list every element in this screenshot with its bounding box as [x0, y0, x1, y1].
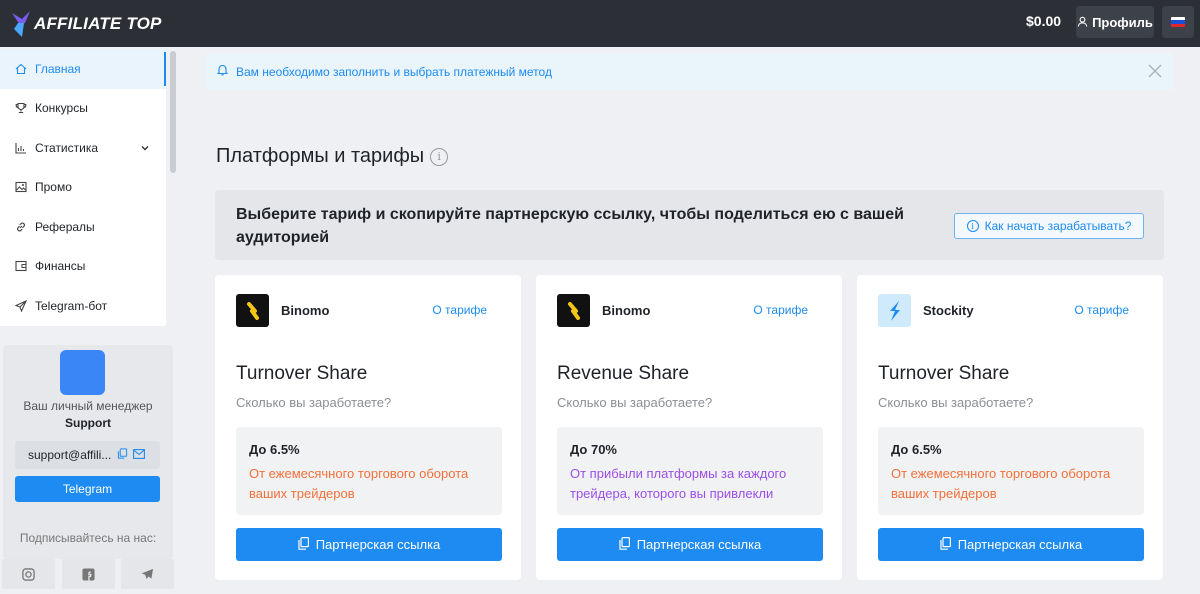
earnings-box: До 70% От прибыли платформы за каждого т… [557, 427, 823, 515]
sidebar-item-statistics[interactable]: Статистика [0, 128, 166, 168]
binomo-logo-icon [557, 294, 590, 327]
tariff-card: Binomo О тарифе Revenue Share Сколько вы… [536, 275, 842, 580]
sidebar-item-label: Статистика [35, 140, 99, 155]
russia-flag-icon [1171, 17, 1185, 27]
tariff-card: Stockity О тарифе Turnover Share Сколько… [857, 275, 1163, 580]
sidebar-item-label: Промо [35, 180, 72, 195]
sidebar-item-label: Рефералы [35, 219, 95, 234]
profile-label: Профиль [1092, 14, 1153, 30]
earnings-box: До 6.5% От ежемесячного торгового оборот… [878, 427, 1144, 515]
partner-link-button[interactable]: Партнерская ссылка [557, 528, 823, 561]
about-tariff-link[interactable]: О тарифе [753, 303, 808, 317]
bell-icon [216, 64, 229, 79]
tariff-card: Binomo О тарифе Turnover Share Сколько в… [215, 275, 521, 580]
payment-alert: Вам необходимо заполнить и выбрать плате… [205, 53, 1174, 90]
balance-amount: $0.00 [1026, 13, 1062, 29]
sidebar-item-label: Финансы [35, 259, 86, 274]
partner-link-label: Партнерская ссылка [957, 537, 1083, 552]
copy-icon [298, 536, 309, 553]
sidebar-item-label: Конкурсы [35, 101, 88, 116]
earnings-percent: До 70% [570, 442, 617, 457]
close-icon[interactable] [1148, 64, 1162, 81]
copy-icon [940, 536, 951, 553]
earnings-description: От ежемесячного торгового оборота ваших … [891, 466, 1111, 501]
alert-text: Вам необходимо заполнить и выбрать плате… [236, 64, 552, 79]
partner-link-label: Партнерская ссылка [315, 537, 441, 552]
send-icon [15, 299, 27, 312]
sidebar-item-telegram-bot[interactable]: Telegram-бот [0, 286, 166, 326]
logo-text: AFFILIATE TOP [34, 14, 162, 33]
binomo-logo-icon [236, 294, 269, 327]
sidebar-nav: Главная Конкурсы Статистика Промо Рефера… [0, 49, 166, 326]
how-to-earn-button[interactable]: i Как начать зарабатывать? [954, 213, 1144, 239]
partner-link-label: Партнерская ссылка [636, 537, 762, 552]
telegram-icon[interactable] [121, 559, 174, 589]
link-icon [15, 221, 27, 233]
mail-icon[interactable] [133, 448, 145, 462]
page-title-text: Платформы и тарифы [216, 145, 425, 167]
partner-link-button[interactable]: Партнерская ссылка [878, 528, 1144, 561]
wallet-icon [15, 260, 27, 272]
plan-name: Turnover Share [878, 363, 1010, 384]
instagram-icon[interactable] [2, 559, 55, 589]
profile-button[interactable]: Профиль [1076, 6, 1154, 38]
stockity-logo-icon [878, 294, 911, 327]
plan-name: Revenue Share [557, 363, 690, 384]
home-icon [15, 63, 27, 75]
earnings-box: До 6.5% От ежемесячного торгового оборот… [236, 427, 502, 515]
plan-name: Turnover Share [236, 363, 368, 384]
manager-email-text: support@affili... [28, 448, 112, 462]
sidebar-item-contests[interactable]: Конкурсы [0, 89, 166, 129]
trophy-icon [15, 102, 27, 114]
about-tariff-link[interactable]: О тарифе [1074, 303, 1129, 317]
manager-label: Ваш личный менеджер [23, 399, 153, 413]
platform-name: Stockity [923, 303, 974, 318]
earnings-percent: До 6.5% [891, 442, 942, 457]
sidebar-scrollbar[interactable] [170, 51, 176, 173]
manager-card: Ваш личный менеджер Support support@affi… [3, 345, 173, 559]
manager-name: Support [65, 416, 111, 430]
facebook-icon[interactable] [62, 559, 115, 589]
sidebar-item-home[interactable]: Главная [0, 49, 166, 89]
top-bar: AFFILIATE TOP $0.00 Профиль [0, 0, 1200, 47]
partner-link-button[interactable]: Партнерская ссылка [236, 528, 502, 561]
sidebar-item-referrals[interactable]: Рефералы [0, 207, 166, 247]
platform-name: Binomo [602, 303, 651, 318]
chart-icon [15, 142, 27, 154]
earnings-question: Сколько вы заработаете? [878, 395, 1034, 410]
copy-icon [619, 536, 630, 553]
banner-text: Выберите тариф и скопируйте партнерскую … [236, 206, 904, 246]
info-icon: i [966, 220, 979, 232]
subscribe-label: Подписывайтесь на нас: [19, 531, 157, 545]
logo-bird-icon [10, 9, 32, 39]
language-button[interactable] [1162, 6, 1194, 38]
image-icon [15, 181, 27, 193]
logo[interactable]: AFFILIATE TOP [10, 6, 162, 42]
copy-icon[interactable] [117, 448, 128, 462]
sidebar-item-promo[interactable]: Промо [0, 168, 166, 208]
platform-name: Binomo [281, 303, 330, 318]
info-icon[interactable]: i [430, 147, 449, 166]
intro-banner: Выберите тариф и скопируйте партнерскую … [215, 190, 1164, 260]
earnings-percent: До 6.5% [249, 442, 300, 457]
how-to-earn-label: Как начать зарабатывать? [984, 219, 1132, 233]
manager-email: support@affili... [15, 441, 160, 469]
manager-avatar [60, 350, 105, 395]
sidebar: Главная Конкурсы Статистика Промо Рефера… [0, 47, 180, 594]
sidebar-item-finance[interactable]: Финансы [0, 247, 166, 287]
earnings-description: От ежемесячного торгового оборота ваших … [249, 466, 469, 501]
user-icon [1077, 15, 1088, 30]
earnings-description: От прибыли платформы за каждого трейдера… [570, 466, 787, 501]
earnings-question: Сколько вы заработаете? [557, 395, 713, 410]
sidebar-item-label: Главная [35, 61, 81, 76]
telegram-button[interactable]: Telegram [15, 476, 160, 502]
earnings-question: Сколько вы заработаете? [236, 395, 392, 410]
about-tariff-link[interactable]: О тарифе [432, 303, 487, 317]
chevron-down-icon[interactable] [140, 142, 150, 156]
page-title: Платформы и тарифы i [216, 145, 449, 168]
sidebar-item-label: Telegram-бот [35, 298, 108, 313]
